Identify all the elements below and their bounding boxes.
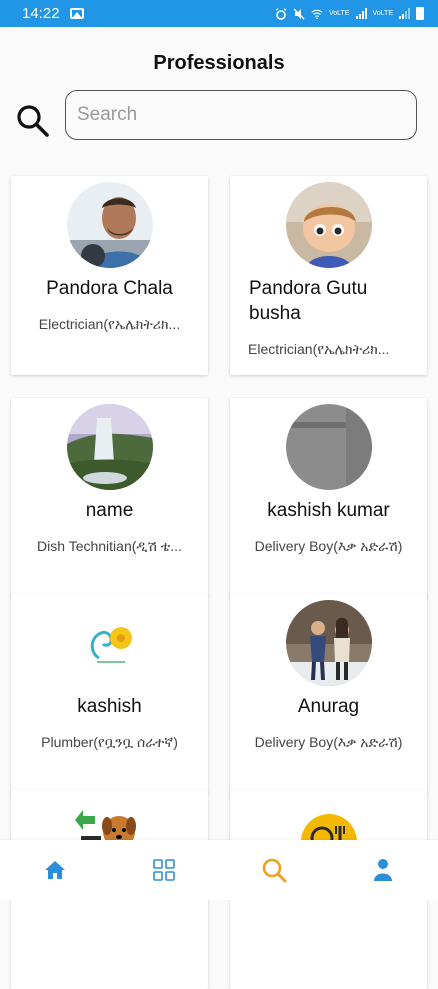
- avatar: [67, 600, 153, 686]
- professional-card[interactable]: kashish Plumber(የቧንቧ ሰራተኛ): [11, 594, 208, 793]
- nav-categories[interactable]: [134, 840, 194, 900]
- nav-profile[interactable]: [353, 840, 413, 900]
- professional-card[interactable]: Anurag Delivery Boy(እቃ አድራሽ): [230, 594, 427, 793]
- grid-icon: [153, 859, 176, 881]
- professional-name: kashish: [77, 696, 142, 717]
- professional-name: kashish kumar: [267, 500, 390, 521]
- volte-tag-1: VoLTE: [329, 10, 350, 17]
- professional-card[interactable]: Pandora Gutu busha Electrician(የኤሌክትሪክ..…: [230, 176, 427, 375]
- bottom-nav: [0, 840, 438, 900]
- nav-search[interactable]: [244, 840, 304, 900]
- professional-role: Electrician(የኤሌክትሪክ...: [38, 316, 181, 332]
- professional-name: Pandora Gutu busha: [249, 278, 368, 324]
- status-bar: 14:22 VoLTE VoLTE: [0, 0, 438, 27]
- professional-card[interactable]: name Dish Technitian(ዲሽ ቴ...: [11, 398, 208, 597]
- gallery-icon: [69, 8, 84, 19]
- professional-name: name: [85, 500, 134, 521]
- avatar: [67, 182, 153, 268]
- page-title: Professionals: [153, 52, 285, 74]
- mute-icon: [293, 8, 305, 19]
- signal-icon-2: [399, 8, 410, 19]
- battery-icon: [416, 7, 424, 20]
- professional-role: Electrician(የኤሌክትሪክ...: [248, 341, 390, 357]
- professional-name: Anurag: [297, 696, 360, 717]
- search-input[interactable]: [65, 90, 417, 140]
- search-icon: [262, 858, 287, 883]
- profile-icon: [374, 859, 393, 881]
- search-icon[interactable]: [16, 104, 50, 138]
- home-icon: [44, 861, 65, 879]
- volte-tag-2: VoLTE: [372, 10, 394, 17]
- nav-home[interactable]: [25, 840, 85, 900]
- professional-card[interactable]: kashish kumar Delivery Boy(እቃ አድራሽ): [230, 398, 427, 597]
- avatar: [286, 600, 372, 686]
- professional-role: Delivery Boy(እቃ አድራሽ): [254, 734, 403, 750]
- avatar: [286, 404, 372, 490]
- alarm-icon: [275, 7, 287, 20]
- status-time: 14:22: [22, 5, 60, 22]
- avatar: [67, 404, 153, 490]
- wifi-icon: [311, 9, 323, 19]
- signal-icon: [355, 8, 367, 19]
- professional-name: Pandora Chala: [46, 278, 173, 299]
- avatar: [286, 182, 372, 268]
- professional-card[interactable]: Pandora Chala Electrician(የኤሌክትሪክ...: [11, 176, 208, 375]
- professional-role: Dish Technitian(ዲሽ ቴ...: [37, 538, 182, 554]
- professional-role: Plumber(የቧንቧ ሰራተኛ): [41, 734, 178, 750]
- professional-role: Delivery Boy(እቃ አድራሽ): [254, 538, 403, 554]
